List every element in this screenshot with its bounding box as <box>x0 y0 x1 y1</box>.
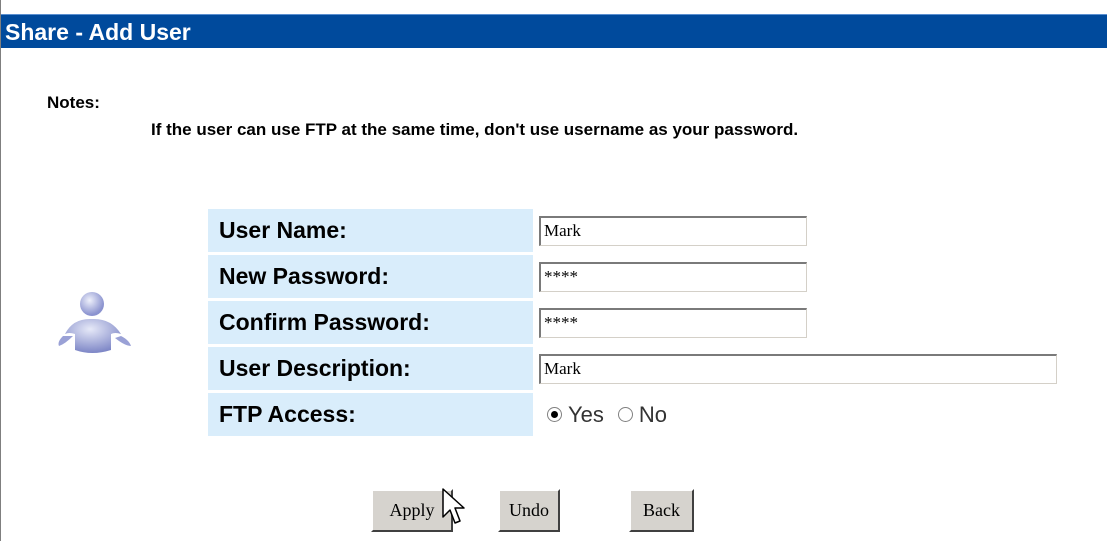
new-password-row: New Password: <box>208 255 1058 298</box>
confirm-password-row: Confirm Password: <box>208 301 1058 344</box>
notes-label: Notes: <box>47 93 100 112</box>
undo-button[interactable]: Undo <box>498 489 560 532</box>
new-password-label: New Password: <box>208 255 533 298</box>
user-name-input[interactable] <box>539 215 807 246</box>
ftp-access-no-label[interactable]: No <box>639 402 667 428</box>
new-password-input[interactable] <box>539 261 807 292</box>
ftp-access-label: FTP Access: <box>208 393 533 436</box>
ftp-access-no-radio[interactable] <box>617 407 633 422</box>
page-frame: Share - Add User Notes: If the user can … <box>0 0 1107 541</box>
page-title: Share - Add User <box>5 19 191 45</box>
ftp-access-radio-group: Yes No <box>539 402 1057 428</box>
confirm-password-label: Confirm Password: <box>208 301 533 344</box>
user-name-label: User Name: <box>208 209 533 252</box>
user-avatar-icon <box>58 292 131 353</box>
notes-text: If the user can use FTP at the same time… <box>151 120 799 139</box>
ftp-access-yes-radio[interactable] <box>547 407 562 422</box>
user-description-row: User Description: <box>208 347 1058 390</box>
add-user-form: User Name: New Password: Confirm Passwor… <box>208 206 1058 439</box>
back-button[interactable]: Back <box>629 489 694 532</box>
confirm-password-input[interactable] <box>539 307 807 338</box>
user-description-label: User Description: <box>208 347 533 390</box>
title-bar: Share - Add User <box>1 14 1107 48</box>
user-name-row: User Name: <box>208 209 1058 252</box>
ftp-access-row: FTP Access: Yes No <box>208 393 1058 436</box>
user-description-input[interactable] <box>539 353 1057 384</box>
ftp-access-yes-label[interactable]: Yes <box>568 402 604 428</box>
mouse-pointer-icon <box>442 488 465 524</box>
